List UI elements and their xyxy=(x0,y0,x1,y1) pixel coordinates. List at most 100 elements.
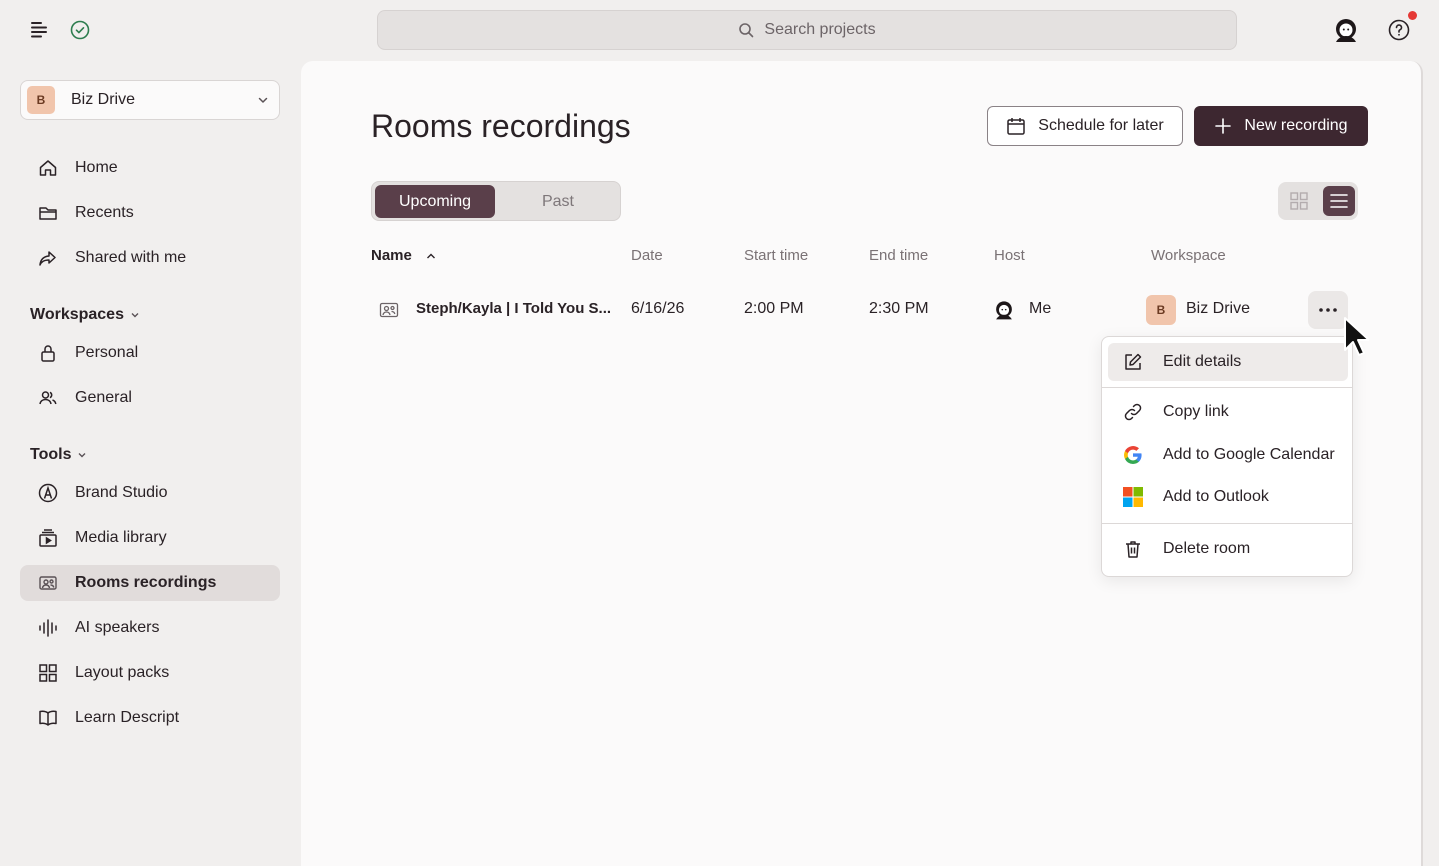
recordings-filter-tabs: Upcoming Past xyxy=(371,181,621,221)
column-label: Name xyxy=(371,247,412,264)
book-icon xyxy=(37,707,59,729)
menu-item-google-calendar[interactable]: Add to Google Calendar xyxy=(1108,436,1348,474)
workspace-name: Biz Drive xyxy=(71,91,136,108)
sidebar-item-label: Media library xyxy=(75,529,167,546)
waveform-icon xyxy=(37,617,59,639)
chevron-down-icon xyxy=(257,94,269,106)
workspace-badge: B xyxy=(27,86,55,114)
column-header-end-time[interactable]: End time xyxy=(869,247,928,264)
recording-date: 6/16/26 xyxy=(631,300,685,317)
rooms-icon xyxy=(37,572,59,594)
top-bar: Search projects xyxy=(0,0,1439,60)
workspace-badge: B xyxy=(1146,295,1176,325)
sidebar-item-learn-descript[interactable]: Learn Descript xyxy=(20,700,280,736)
sidebar-item-label: Personal xyxy=(75,344,139,361)
menu-item-label: Edit details xyxy=(1163,353,1242,370)
menu-item-label: Delete room xyxy=(1163,540,1251,557)
recording-workspace: Biz Drive xyxy=(1186,300,1251,317)
column-header-start-time[interactable]: Start time xyxy=(744,247,808,264)
menu-item-copy-link[interactable]: Copy link xyxy=(1108,393,1348,431)
recording-name[interactable]: Steph/Kayla | I Told You S... xyxy=(416,300,611,317)
grid-view-icon xyxy=(1289,191,1309,211)
schedule-for-later-button[interactable]: Schedule for later xyxy=(987,106,1183,146)
sidebar-item-shared[interactable]: Shared with me xyxy=(20,240,280,276)
sidebar-item-label: General xyxy=(75,389,132,406)
menu-item-label: Add to Google Calendar xyxy=(1163,446,1335,463)
sync-check-icon[interactable] xyxy=(69,19,91,41)
grid-view-button[interactable] xyxy=(1285,187,1313,215)
workspaces-section-toggle[interactable]: Workspaces xyxy=(30,306,140,324)
room-recording-icon xyxy=(379,300,399,320)
column-header-workspace[interactable]: Workspace xyxy=(1151,247,1226,264)
share-icon xyxy=(37,247,59,269)
link-icon xyxy=(1122,401,1144,423)
recording-start-time: 2:00 PM xyxy=(744,300,804,317)
google-icon xyxy=(1122,444,1144,466)
new-recording-label: New recording xyxy=(1244,117,1348,134)
chevron-down-icon xyxy=(130,310,140,320)
home-icon xyxy=(37,157,59,179)
sidebar-item-label: Recents xyxy=(75,204,134,221)
column-header-name[interactable]: Name xyxy=(371,247,436,264)
brand-studio-icon xyxy=(37,482,59,504)
sidebar-item-rooms-recordings[interactable]: Rooms recordings xyxy=(20,565,280,601)
schedule-label: Schedule for later xyxy=(1038,117,1164,134)
users-icon xyxy=(37,387,59,409)
sidebar-item-label: Layout packs xyxy=(75,664,170,681)
row-context-menu: Edit details Copy link Add to Google Cal… xyxy=(1101,336,1353,577)
more-horizontal-icon xyxy=(1318,307,1338,313)
search-icon xyxy=(738,22,754,38)
menu-item-edit-details[interactable]: Edit details xyxy=(1108,343,1348,381)
sidebar-item-label: AI speakers xyxy=(75,619,160,636)
edit-icon xyxy=(1122,351,1144,373)
help-icon[interactable] xyxy=(1387,18,1411,42)
sidebar-item-label: Brand Studio xyxy=(75,484,168,501)
host-avatar xyxy=(993,299,1015,321)
menu-item-outlook[interactable]: Add to Outlook xyxy=(1108,478,1348,516)
recording-host: Me xyxy=(1029,300,1052,317)
new-recording-button[interactable]: New recording xyxy=(1194,106,1368,146)
page-title: Rooms recordings xyxy=(371,108,631,144)
tools-label: Tools xyxy=(30,446,72,463)
tab-past[interactable]: Past xyxy=(498,185,618,218)
menu-item-label: Add to Outlook xyxy=(1163,488,1269,505)
more-options-button[interactable] xyxy=(1308,291,1348,329)
menu-divider xyxy=(1102,387,1352,388)
notification-dot xyxy=(1408,11,1417,20)
sidebar-item-label: Home xyxy=(75,159,118,176)
sidebar-item-ai-speakers[interactable]: AI speakers xyxy=(20,610,280,646)
menu-icon[interactable] xyxy=(28,19,50,41)
chevron-down-icon xyxy=(77,450,87,460)
sidebar-item-brand-studio[interactable]: Brand Studio xyxy=(20,475,280,511)
column-header-host[interactable]: Host xyxy=(994,247,1025,264)
workspace-selector[interactable]: B Biz Drive xyxy=(20,80,280,120)
user-avatar[interactable] xyxy=(1332,16,1360,44)
microsoft-icon xyxy=(1122,486,1144,508)
sidebar-item-layout-packs[interactable]: Layout packs xyxy=(20,655,280,691)
tools-section-toggle[interactable]: Tools xyxy=(30,446,87,464)
column-header-date[interactable]: Date xyxy=(631,247,663,264)
sort-ascending-icon xyxy=(426,252,436,260)
trash-icon xyxy=(1122,538,1144,560)
sidebar-item-media-library[interactable]: Media library xyxy=(20,520,280,556)
calendar-icon xyxy=(1006,116,1026,136)
sidebar-item-personal[interactable]: Personal xyxy=(20,335,280,371)
sidebar-item-recents[interactable]: Recents xyxy=(20,195,280,231)
lock-icon xyxy=(37,342,59,364)
view-toggle xyxy=(1278,182,1358,220)
menu-item-label: Copy link xyxy=(1163,403,1229,420)
list-view-button[interactable] xyxy=(1323,186,1355,216)
recording-end-time: 2:30 PM xyxy=(869,300,929,317)
media-library-icon xyxy=(37,527,59,549)
sidebar-item-label: Learn Descript xyxy=(75,709,180,726)
sidebar-item-home[interactable]: Home xyxy=(20,150,280,186)
tab-upcoming[interactable]: Upcoming xyxy=(375,185,495,218)
menu-item-delete-room[interactable]: Delete room xyxy=(1108,530,1348,568)
plus-icon xyxy=(1214,117,1232,135)
sidebar-item-label: Rooms recordings xyxy=(75,574,217,591)
sidebar-item-general[interactable]: General xyxy=(20,380,280,416)
search-placeholder: Search projects xyxy=(764,21,876,38)
folder-icon xyxy=(37,202,59,224)
search-bar[interactable]: Search projects xyxy=(377,10,1237,50)
mouse-cursor-icon xyxy=(1343,316,1369,358)
